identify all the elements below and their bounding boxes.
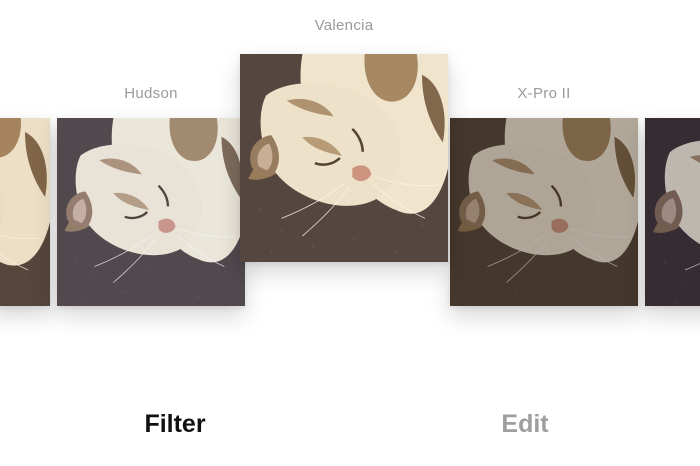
- filter-thumbnail-valencia[interactable]: [240, 54, 448, 262]
- cat-photo-image: [240, 54, 448, 262]
- filter-thumbnail-hudson[interactable]: [57, 118, 245, 306]
- tab-filter[interactable]: Filter: [75, 410, 275, 439]
- filter-label-hudson: Hudson: [124, 85, 178, 102]
- filter-thumbnail-partial-left[interactable]: [0, 118, 50, 306]
- cat-photo-image: [645, 118, 700, 306]
- filter-thumbnail-partial-right[interactable]: [645, 118, 700, 306]
- tab-edit[interactable]: Edit: [425, 410, 625, 439]
- cat-photo-image: [57, 118, 245, 306]
- filter-thumbnail-xpro[interactable]: [450, 118, 638, 306]
- bottom-tab-bar: Filter Edit: [0, 396, 700, 460]
- cat-photo-image: [0, 118, 50, 306]
- cat-photo-image: [450, 118, 638, 306]
- filter-label-valencia: Valencia: [314, 17, 374, 34]
- filter-editor-screen: Hudson Valencia X-Pro II Filter Edit: [0, 0, 700, 466]
- filter-label-xpro: X-Pro II: [517, 85, 571, 102]
- filter-strip[interactable]: Hudson Valencia X-Pro II: [0, 0, 700, 340]
